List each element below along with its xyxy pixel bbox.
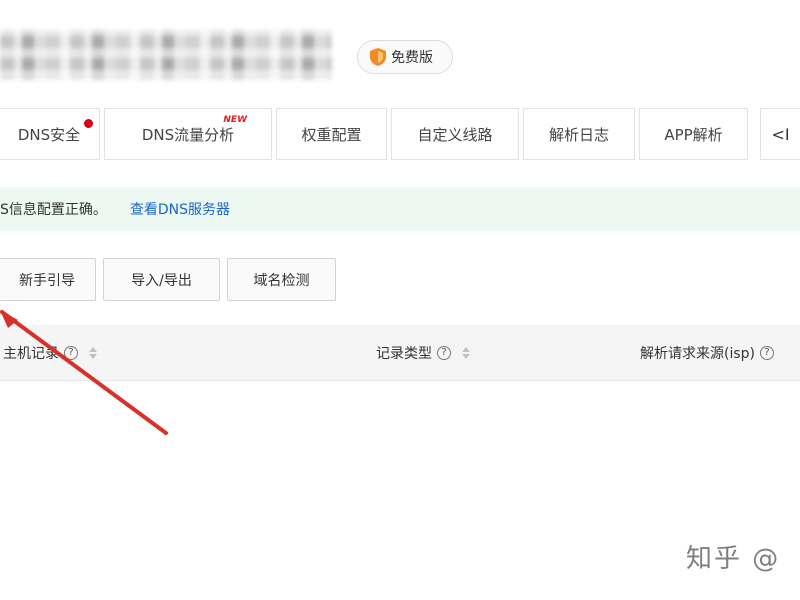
help-icon[interactable]: ? [760, 346, 774, 360]
column-label: 解析请求来源(isp) [640, 346, 755, 362]
dns-status-notice: S信息配置正确。 查看DNS服务器 [0, 187, 800, 231]
tab-label: 自定义线路 [417, 125, 493, 144]
import-export-label: 导入/导出 [131, 272, 192, 289]
sort-icon[interactable] [89, 347, 97, 359]
column-label: 记录类型 [376, 346, 432, 362]
tab-label: DNS流量分析 [141, 125, 235, 144]
edition-badge[interactable]: 免费版 [357, 40, 453, 74]
column-host-record[interactable]: 主机记录 ? [3, 325, 97, 381]
column-label: 主机记录 [3, 346, 59, 362]
column-record-type[interactable]: 记录类型 ? [376, 325, 470, 381]
feature-tabs: DNS安全 DNS流量分析 NEW 权重配置 自定义线路 解析日志 APP解析 … [0, 108, 800, 162]
view-dns-servers-link[interactable]: 查看DNS服务器 [130, 199, 230, 219]
tab-scroll-button[interactable]: <I [760, 108, 800, 160]
tab-label: 解析日志 [548, 125, 609, 144]
notice-message: S信息配置正确。 [0, 202, 107, 218]
blurred-domain-name [0, 30, 332, 80]
notification-dot [84, 119, 93, 128]
tab-resolve-log[interactable]: 解析日志 [523, 108, 635, 160]
domain-check-button[interactable]: 域名检测 [227, 258, 336, 301]
help-icon[interactable]: ? [437, 346, 451, 360]
new-badge: NEW [223, 115, 247, 125]
tab-label: APP解析 [664, 125, 723, 144]
beginner-guide-label: 新手引导 [19, 272, 75, 289]
zhihu-watermark: 知乎 @ [686, 544, 781, 574]
tab-scroll-label: <I [771, 124, 790, 144]
tab-weight-config[interactable]: 权重配置 [276, 108, 387, 160]
beginner-guide-button[interactable]: 新手引导 [0, 258, 96, 301]
column-isp-source[interactable]: 解析请求来源(isp) ? [640, 325, 774, 381]
tab-label: 权重配置 [301, 125, 362, 144]
sort-icon[interactable] [462, 347, 470, 359]
shield-icon [370, 48, 386, 66]
records-table-header: 主机记录 ? 记录类型 ? 解析请求来源(isp) ? [0, 325, 800, 381]
help-icon[interactable]: ? [64, 346, 78, 360]
tab-dns-traffic-analysis[interactable]: DNS流量分析 NEW [104, 108, 272, 160]
tab-app-resolve[interactable]: APP解析 [639, 108, 748, 160]
tab-custom-route[interactable]: 自定义线路 [391, 108, 519, 160]
domain-check-label: 域名检测 [253, 272, 310, 289]
tab-dns-security[interactable]: DNS安全 [0, 108, 100, 160]
edition-label: 免费版 [391, 50, 433, 66]
tab-label: DNS安全 [17, 125, 81, 144]
import-export-button[interactable]: 导入/导出 [103, 258, 220, 301]
